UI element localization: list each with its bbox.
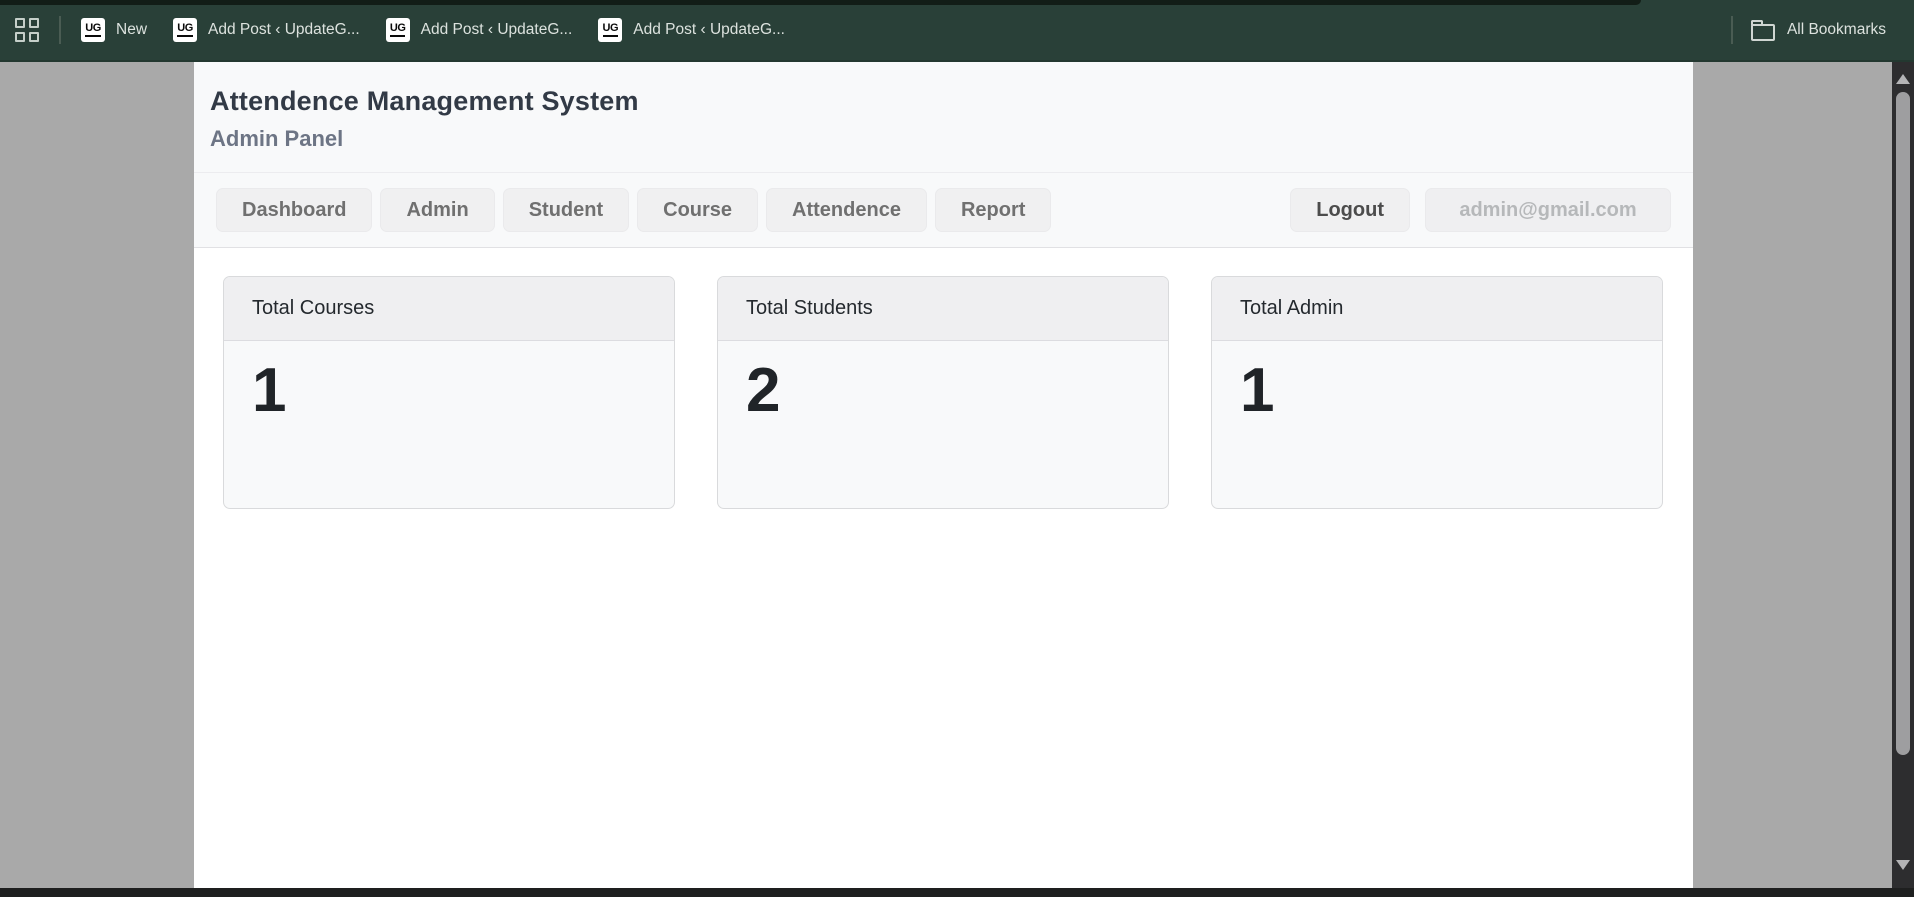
bookmark-label: New (116, 21, 148, 38)
ug-favicon-icon: UG (81, 18, 105, 42)
card-value: 1 (1240, 356, 1275, 425)
scroll-up-icon[interactable] (1896, 74, 1910, 84)
vertical-scrollbar[interactable] (1892, 62, 1914, 888)
card-title: Total Admin (1212, 277, 1662, 341)
favicon-text: UG (85, 23, 101, 37)
window-bottom-edge (0, 888, 1914, 897)
page-subtitle: Admin Panel (210, 126, 344, 151)
dashboard-main: Total Courses 1 Total Students 2 Total A… (194, 248, 1693, 888)
apps-grid-square (29, 18, 39, 28)
page-background-right (1693, 62, 1892, 888)
page-title: Attendence Management System (210, 86, 639, 116)
nav-button-admin[interactable]: Admin (380, 188, 495, 232)
screen: UG New UG Add Post ‹ UpdateG... UG Add P… (0, 0, 1914, 897)
favicon-text: UG (602, 23, 619, 37)
ug-favicon-icon: UG (598, 18, 623, 42)
card-total-courses: Total Courses 1 (223, 276, 675, 509)
ug-favicon-icon: UG (385, 18, 410, 42)
folder-icon (1750, 19, 1775, 41)
stat-cards-row: Total Courses 1 Total Students 2 Total A… (223, 276, 1664, 509)
page-background-left (0, 62, 194, 888)
bookmark-label: Add Post ‹ UpdateG... (633, 21, 785, 38)
bookmark-item-new[interactable]: UG New (81, 18, 147, 42)
card-title: Total Courses (224, 277, 674, 341)
nav-button-course[interactable]: Course (637, 188, 759, 232)
nav-button-dashboard[interactable]: Dashboard (216, 188, 373, 232)
favicon-text: UG (389, 23, 406, 37)
apps-grid-icon[interactable] (15, 18, 39, 42)
apps-grid-square (15, 18, 25, 28)
logout-button[interactable]: Logout (1290, 188, 1410, 232)
bookmark-item-add-post-2[interactable]: UG Add Post ‹ UpdateG... (385, 18, 573, 42)
card-value: 1 (252, 356, 287, 425)
bookmark-item-add-post-3[interactable]: UG Add Post ‹ UpdateG... (598, 18, 785, 42)
card-total-admin: Total Admin 1 (1211, 276, 1663, 509)
card-value: 2 (746, 356, 781, 425)
bookmarks-divider (1730, 16, 1733, 44)
apps-grid-square (29, 32, 39, 42)
nav-button-student[interactable]: Student (502, 188, 630, 232)
page-content: Attendence Management System Admin Panel… (194, 62, 1693, 888)
scroll-down-icon[interactable] (1896, 860, 1910, 870)
bookmark-label: Add Post ‹ UpdateG... (208, 21, 360, 38)
apps-grid-square (15, 32, 25, 42)
bookmark-item-add-post-1[interactable]: UG Add Post ‹ UpdateG... (173, 18, 360, 42)
title-block: Attendence Management System Admin Panel (194, 62, 1693, 172)
window-top-edge (0, 0, 1641, 5)
favicon-text: UG (177, 23, 193, 37)
bookmarks-divider (59, 16, 61, 44)
bookmark-label: Add Post ‹ UpdateG... (420, 21, 573, 38)
nav-bar: Dashboard Admin Student Course Attendenc… (194, 172, 1693, 247)
all-bookmarks-button[interactable]: All Bookmarks (1711, 16, 1914, 44)
bookmarks-bar: UG New UG Add Post ‹ UpdateG... UG Add P… (0, 0, 1914, 62)
card-title: Total Students (718, 277, 1168, 341)
user-email-badge[interactable]: admin@gmail.com (1425, 188, 1671, 232)
card-total-students: Total Students 2 (717, 276, 1169, 509)
all-bookmarks-label: All Bookmarks (1786, 21, 1886, 38)
nav-button-attendence[interactable]: Attendence (766, 188, 927, 232)
scrollbar-thumb[interactable] (1896, 92, 1910, 755)
ug-favicon-icon: UG (173, 18, 198, 42)
page-header: Attendence Management System Admin Panel… (194, 62, 1693, 248)
nav-button-report[interactable]: Report (934, 188, 1052, 232)
